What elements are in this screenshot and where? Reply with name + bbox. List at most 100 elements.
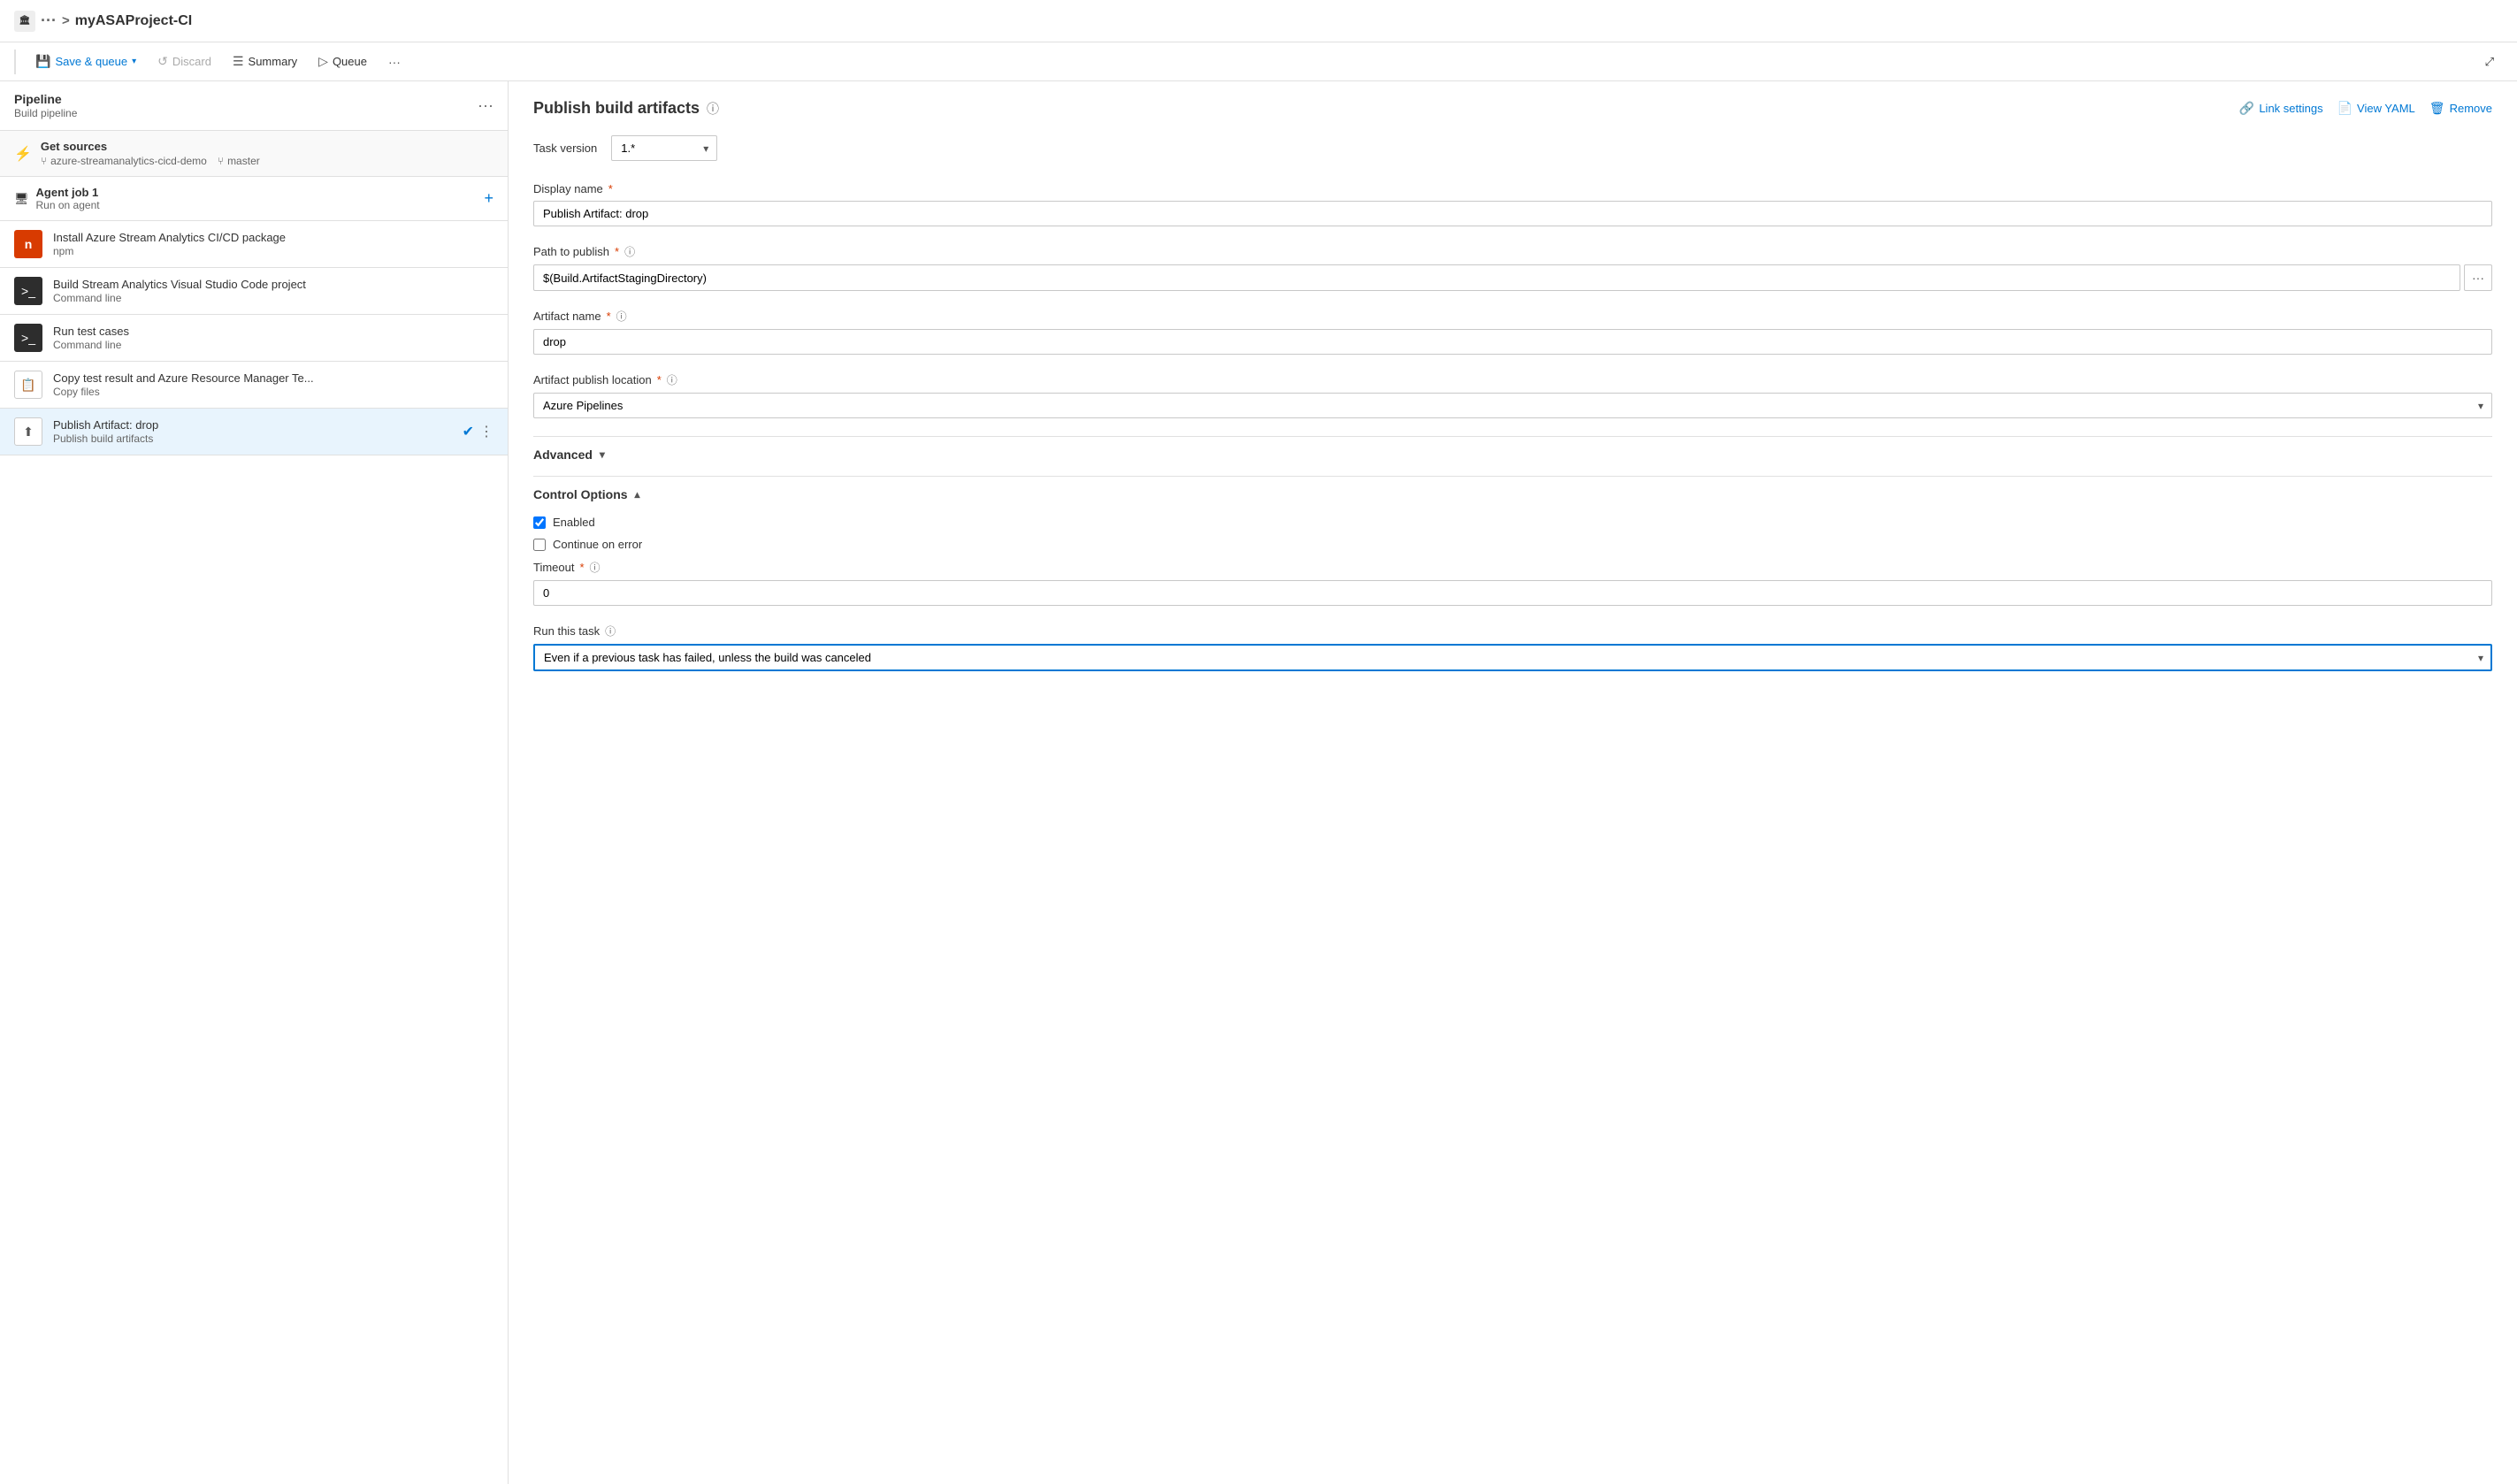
continue-on-error-label[interactable]: Continue on error xyxy=(553,538,642,551)
pipeline-more-button[interactable]: ··· xyxy=(478,96,493,115)
link-settings-button[interactable]: 🔗 Link settings xyxy=(2239,101,2323,116)
discard-label: Discard xyxy=(172,55,211,68)
view-yaml-button[interactable]: 📄 View YAML xyxy=(2337,101,2415,116)
summary-label: Summary xyxy=(249,55,298,68)
remove-icon: 🗑 xyxy=(2429,101,2445,116)
artifact-name-input[interactable] xyxy=(533,329,2492,355)
task-icon-install: n xyxy=(14,230,42,258)
task-name-build: Build Stream Analytics Visual Studio Cod… xyxy=(53,278,493,291)
branch-name: master xyxy=(227,155,260,167)
toolbar-more-button[interactable]: ··· xyxy=(379,50,409,73)
path-to-publish-label: Path to publish * ⓘ xyxy=(533,244,2492,259)
path-more-button[interactable]: ··· xyxy=(2464,264,2492,291)
expand-button[interactable]: ⤢ xyxy=(2476,50,2503,73)
run-this-task-field: Run this task ⓘ Even if a previous task … xyxy=(533,623,2492,671)
task-name-install: Install Azure Stream Analytics CI/CD pac… xyxy=(53,231,493,244)
advanced-section-header[interactable]: Advanced ▾ xyxy=(533,436,2492,472)
artifact-publish-location-info-icon[interactable]: ⓘ xyxy=(667,372,677,387)
toolbar: 💾 Save & queue ▾ ↺ Discard ☰ Summary ▷ Q… xyxy=(0,42,2517,81)
save-icon: 💾 xyxy=(35,54,50,69)
discard-button[interactable]: ↺ Discard xyxy=(149,50,220,73)
task-item-test[interactable]: >_ Run test cases Command line xyxy=(0,315,508,362)
link-settings-label: Link settings xyxy=(2259,102,2322,115)
remove-button[interactable]: 🗑 Remove xyxy=(2429,101,2492,116)
task-subtitle-test: Command line xyxy=(53,339,121,351)
expand-icon: ⤢ xyxy=(2485,55,2494,69)
continue-on-error-checkbox[interactable] xyxy=(533,539,546,551)
queue-label: Queue xyxy=(333,55,367,68)
queue-icon: ▷ xyxy=(318,54,328,69)
task-detail-header: Publish build artifacts ⓘ 🔗 Link setting… xyxy=(533,99,2492,118)
task-item-build[interactable]: >_ Build Stream Analytics Visual Studio … xyxy=(0,268,508,315)
task-detail-info-icon[interactable]: ⓘ xyxy=(707,100,719,118)
agent-job-icon: 🖥 xyxy=(14,192,29,206)
task-content-copy: Copy test result and Azure Resource Mana… xyxy=(53,371,493,398)
task-version-select[interactable]: 1.* 0.* xyxy=(611,135,717,161)
get-sources-branch: ⑂ master xyxy=(218,155,260,167)
run-this-task-info-icon[interactable]: ⓘ xyxy=(605,623,616,639)
display-name-label-text: Display name xyxy=(533,182,603,195)
timeout-input[interactable] xyxy=(533,580,2492,606)
main-layout: Pipeline Build pipeline ··· ⚡ Get source… xyxy=(0,81,2517,1484)
enabled-label[interactable]: Enabled xyxy=(553,516,595,529)
pipeline-header-info: Pipeline Build pipeline xyxy=(14,92,77,119)
task-subtitle-install: npm xyxy=(53,245,73,257)
repo-icon: ⑂ xyxy=(41,155,47,167)
timeout-required: * xyxy=(579,561,584,574)
agent-job-info: Agent job 1 Run on agent xyxy=(36,186,100,211)
path-to-publish-info-icon[interactable]: ⓘ xyxy=(624,244,635,259)
pipeline-title: Pipeline xyxy=(14,92,77,106)
toolbar-more-icon: ··· xyxy=(388,55,401,69)
link-settings-icon: 🔗 xyxy=(2239,101,2254,116)
task-name-test: Run test cases xyxy=(53,325,493,338)
agent-job-header: 🖥 Agent job 1 Run on agent + xyxy=(0,177,508,221)
task-detail-title: Publish build artifacts xyxy=(533,99,700,118)
timeout-field: Timeout * ⓘ xyxy=(533,560,2492,606)
page-title: myASAProject-CI xyxy=(75,13,192,29)
toolbar-divider xyxy=(14,50,16,74)
pipeline-header: Pipeline Build pipeline ··· xyxy=(0,81,508,131)
artifact-publish-location-label-text: Artifact publish location xyxy=(533,373,652,386)
path-to-publish-input[interactable] xyxy=(533,264,2460,291)
task-icon-publish: ⬆ xyxy=(14,417,42,446)
task-detail-title-group: Publish build artifacts ⓘ xyxy=(533,99,719,118)
get-sources-title: Get sources xyxy=(41,140,260,153)
run-this-task-select[interactable]: Even if a previous task has failed, unle… xyxy=(533,644,2492,671)
task-item-copy[interactable]: 📋 Copy test result and Azure Resource Ma… xyxy=(0,362,508,409)
breadcrumb-dots[interactable]: ··· xyxy=(41,11,57,30)
task-content-build: Build Stream Analytics Visual Studio Cod… xyxy=(53,278,493,304)
path-to-publish-label-text: Path to publish xyxy=(533,245,609,258)
summary-button[interactable]: ☰ Summary xyxy=(224,50,306,73)
task-more-button[interactable]: ⋮ xyxy=(479,423,493,440)
agent-job-subtitle: Run on agent xyxy=(36,199,100,211)
agent-job-left: 🖥 Agent job 1 Run on agent xyxy=(14,186,100,211)
advanced-label: Advanced xyxy=(533,447,593,462)
get-sources-icon: ⚡ xyxy=(14,145,32,163)
control-options-expand-icon: ▴ xyxy=(635,488,640,501)
display-name-input[interactable] xyxy=(533,201,2492,226)
control-options-section-header[interactable]: Control Options ▴ xyxy=(533,476,2492,512)
queue-button[interactable]: ▷ Queue xyxy=(310,50,376,73)
pipeline-subtitle: Build pipeline xyxy=(14,107,77,119)
run-this-task-label: Run this task ⓘ xyxy=(533,623,2492,639)
artifact-name-info-icon[interactable]: ⓘ xyxy=(616,309,627,324)
right-panel: Publish build artifacts ⓘ 🔗 Link setting… xyxy=(509,81,2517,1484)
add-task-button[interactable]: + xyxy=(484,189,493,208)
artifact-publish-location-select[interactable]: Azure Pipelines File share xyxy=(533,393,2492,418)
task-item-install[interactable]: n Install Azure Stream Analytics CI/CD p… xyxy=(0,221,508,268)
breadcrumb: 🏛 ··· > myASAProject-CI xyxy=(14,11,192,32)
get-sources-meta: ⑂ azure-streamanalytics-cicd-demo ⑂ mast… xyxy=(41,155,260,167)
timeout-label-text: Timeout xyxy=(533,561,574,574)
task-item-publish[interactable]: ⬆ Publish Artifact: drop Publish build a… xyxy=(0,409,508,455)
enabled-checkbox[interactable] xyxy=(533,516,546,529)
display-name-label: Display name * xyxy=(533,182,2492,195)
get-sources-item[interactable]: ⚡ Get sources ⑂ azure-streamanalytics-ci… xyxy=(0,131,508,177)
save-queue-button[interactable]: 💾 Save & queue ▾ xyxy=(27,50,145,73)
view-yaml-icon: 📄 xyxy=(2337,101,2353,116)
breadcrumb-chevron: > xyxy=(62,13,70,28)
path-to-publish-input-row: ··· xyxy=(533,264,2492,291)
artifact-publish-location-required: * xyxy=(657,373,662,386)
task-version-label: Task version xyxy=(533,142,597,155)
get-sources-content: Get sources ⑂ azure-streamanalytics-cicd… xyxy=(41,140,260,167)
timeout-info-icon[interactable]: ⓘ xyxy=(590,560,601,575)
